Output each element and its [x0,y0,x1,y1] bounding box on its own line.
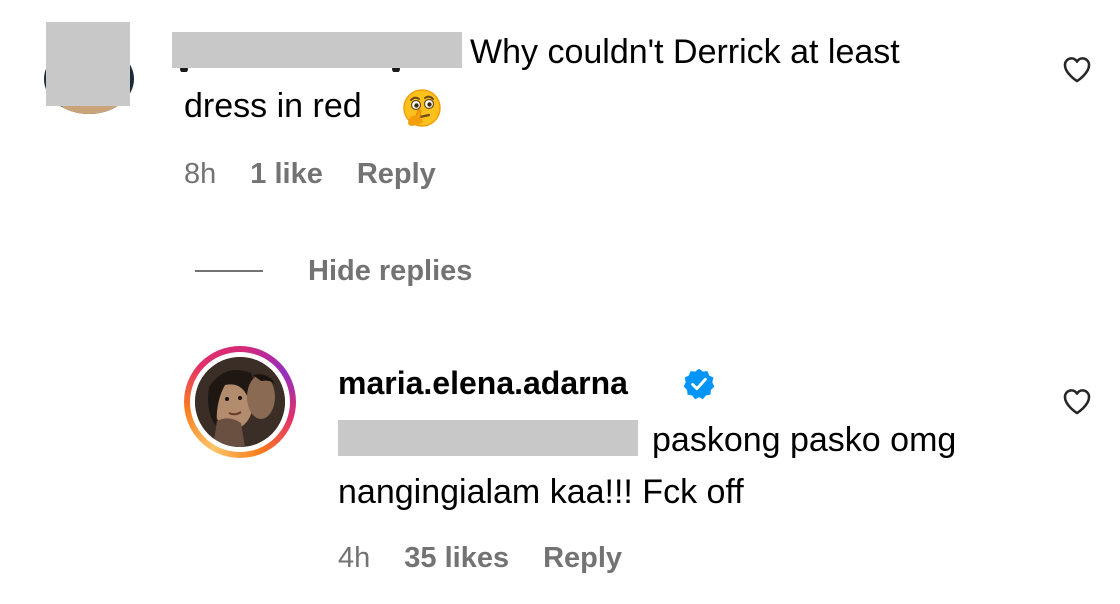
comment-text: Why couldn't Derrick at least [470,33,900,71]
heart-outline-icon[interactable] [1060,384,1094,418]
comment-meta: 8h 1 like Reply [184,156,436,192]
reply-button[interactable]: Reply [543,540,622,576]
username-redaction [172,32,462,68]
reply-meta: 4h 35 likes Reply [338,540,622,576]
comment-timestamp: 8h [184,158,217,190]
comment-text-continued: dress in red [184,87,362,125]
reply-username[interactable]: maria.elena.adarna [338,363,628,403]
verified-badge-icon [683,368,715,400]
profile-photo [195,357,285,447]
story-ring-avatar[interactable] [184,346,296,458]
thinking-face-emoji-icon [403,89,441,127]
reply-timestamp: 4h [338,542,371,574]
hide-replies-button[interactable]: Hide replies [308,253,472,289]
heart-outline-icon[interactable] [1060,52,1094,86]
reply-like-count[interactable]: 35 likes [404,540,509,576]
reply-text: paskong pasko omg [652,421,957,459]
replies-divider-line [195,270,263,272]
mention-redaction [338,420,638,456]
comment-like-count[interactable]: 1 like [250,156,323,192]
avatar-redaction [46,22,130,106]
reply-button[interactable]: Reply [357,156,436,192]
reply-text-continued: nangingialam kaa!!! Fck off [338,473,744,511]
